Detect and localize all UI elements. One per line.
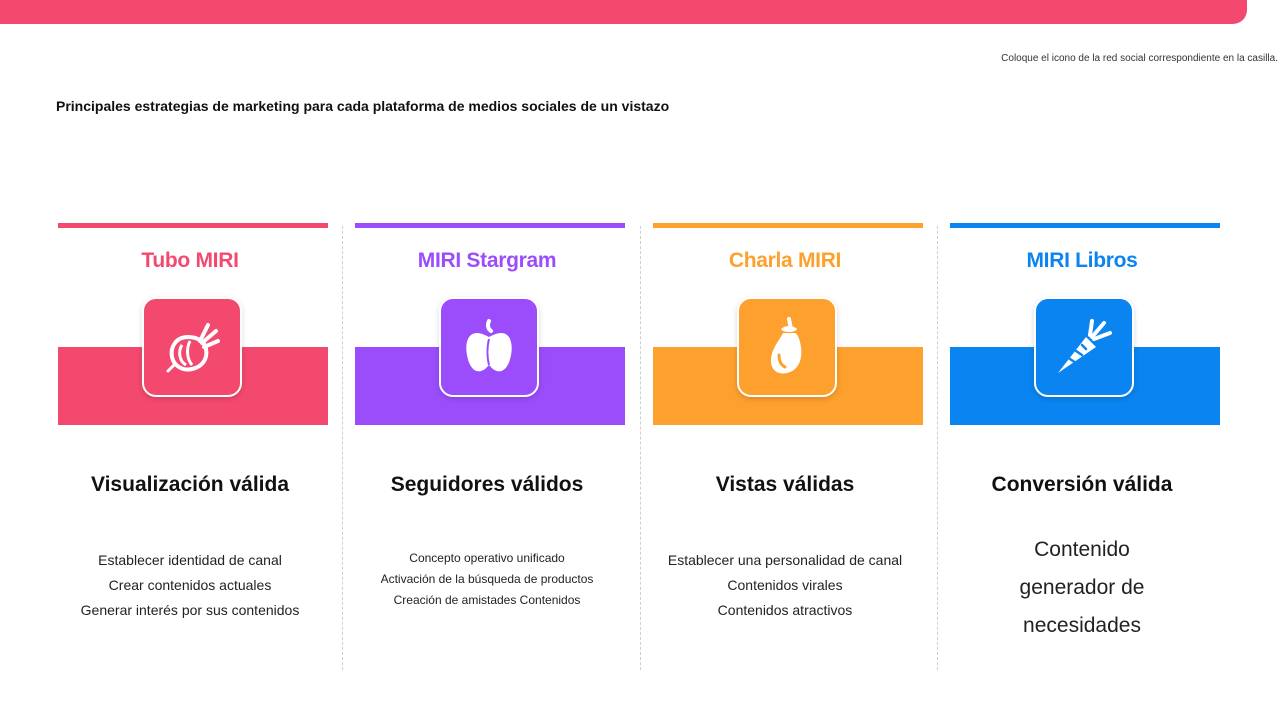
metric-label: Seguidores válidos — [390, 473, 584, 496]
platform-card-tubo-miri: Tubo MIRI Visualización válida Establece… — [56, 223, 328, 673]
eggplant-icon — [737, 297, 837, 397]
strategy-item: Contenido — [1034, 538, 1130, 561]
column-divider — [937, 226, 938, 670]
card-accent-line — [355, 223, 625, 228]
strategy-item: Contenidos virales — [727, 577, 843, 593]
strategy-item: generador de — [1019, 576, 1145, 599]
strategy-list: Contenido generador de necesidades — [948, 531, 1216, 645]
platform-title: Charla MIRI — [728, 249, 842, 272]
card-accent-line — [653, 223, 923, 228]
metric-label: Vistas válidas — [715, 473, 855, 496]
strategy-item: Crear contenidos actuales — [108, 577, 272, 593]
bell-pepper-icon — [439, 297, 539, 397]
strategy-item: Creación de amistades Contenidos — [393, 593, 581, 607]
metric-label: Visualización válida — [90, 473, 290, 496]
strategy-item: necesidades — [1023, 614, 1141, 637]
top-accent-bar — [0, 0, 1247, 24]
page-heading: Principales estrategias de marketing par… — [56, 98, 670, 114]
strategy-item: Activación de la búsqueda de productos — [380, 572, 594, 586]
platform-card-charla-miri: Charla MIRI Vistas válidas Establecer un… — [651, 223, 923, 673]
strategy-list: Concepto operativo unificado Activación … — [353, 548, 621, 611]
card-accent-line — [950, 223, 1220, 228]
metric-label: Conversión válida — [991, 473, 1173, 496]
strategy-item: Establecer una personalidad de canal — [667, 552, 903, 568]
platform-title: MIRI Stargram — [417, 249, 557, 272]
strategy-item: Concepto operativo unificado — [409, 551, 565, 565]
column-divider — [640, 226, 641, 670]
strategy-item: Contenidos atractivos — [717, 602, 853, 618]
platform-card-miri-libros: MIRI Libros Conversión válida Contenido … — [948, 223, 1220, 673]
strategy-list: Establecer una personalidad de canal Con… — [651, 548, 919, 623]
strategy-item: Establecer identidad de canal — [98, 552, 282, 568]
strategy-list: Establecer identidad de canal Crear cont… — [56, 548, 324, 623]
onion-icon — [142, 297, 242, 397]
strategy-item: Generar interés por sus contenidos — [80, 602, 300, 618]
platform-card-miri-stargram: MIRI Stargram Seguidores válidos Concept… — [353, 223, 625, 673]
card-accent-line — [58, 223, 328, 228]
platform-title: MIRI Libros — [1026, 249, 1138, 272]
platform-title: Tubo MIRI — [141, 249, 239, 272]
column-divider — [342, 226, 343, 670]
instruction-note: Coloque el icono de la red social corres… — [1001, 53, 1278, 64]
carrot-icon — [1034, 297, 1134, 397]
